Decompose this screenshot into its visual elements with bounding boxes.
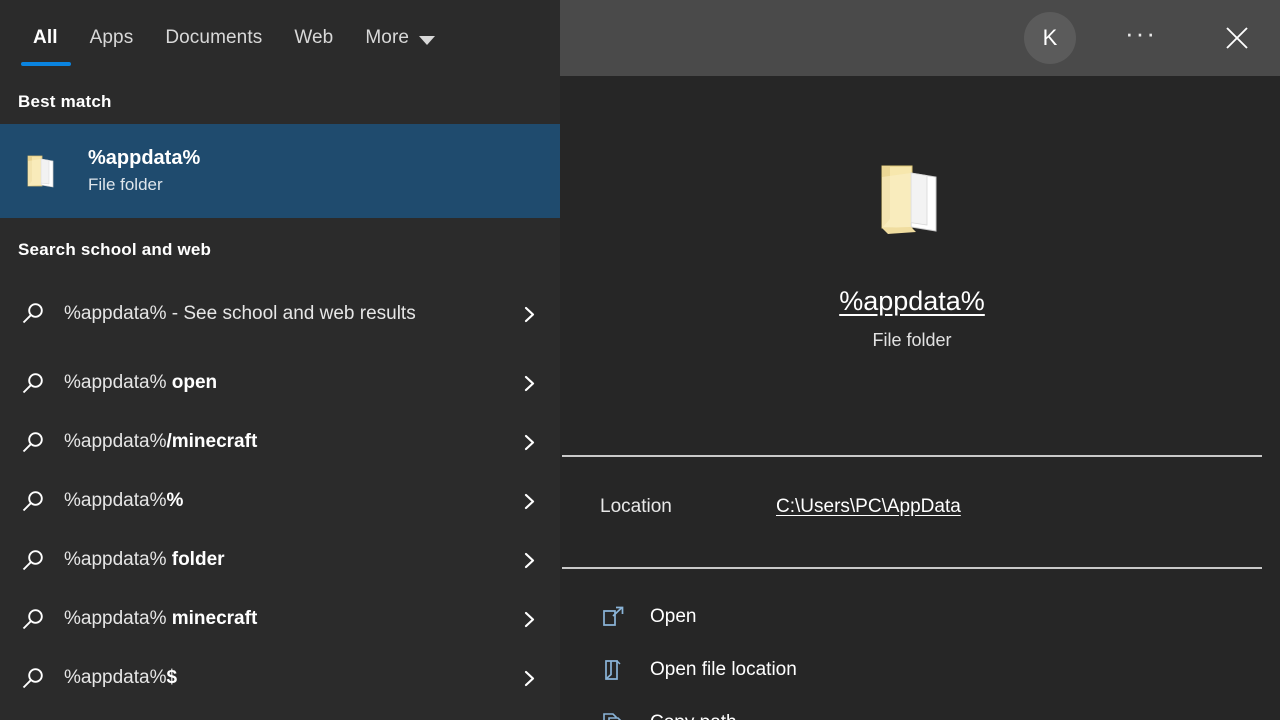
open-folder-icon bbox=[598, 658, 628, 682]
tab-all[interactable]: All bbox=[18, 0, 74, 76]
search-tabs: All Apps Documents Web More bbox=[0, 0, 560, 76]
chevron-right-icon[interactable] bbox=[516, 552, 542, 569]
avatar-initial: K bbox=[1042, 25, 1058, 50]
location-value[interactable]: C:\Users\PC\AppData bbox=[776, 496, 961, 518]
web-result-suffix: % bbox=[166, 490, 184, 512]
web-result-suffix: folder bbox=[166, 549, 225, 571]
tab-apps[interactable]: Apps bbox=[74, 0, 150, 76]
divider-top bbox=[562, 455, 1262, 457]
web-search-heading: Search school and web bbox=[18, 240, 212, 259]
search-icon bbox=[16, 371, 50, 397]
search-icon bbox=[16, 666, 50, 692]
web-result-query: %appdata% bbox=[64, 608, 167, 630]
preview-card: %appdata% File folder Location C:\Users\… bbox=[562, 90, 1262, 720]
web-result-item[interactable]: %appdata% - See school and web results bbox=[0, 274, 560, 354]
divider-bottom bbox=[562, 567, 1262, 569]
web-result-query: %appdata% bbox=[64, 302, 167, 324]
search-header: All Apps Documents Web More K ··· bbox=[0, 0, 1280, 76]
tab-more[interactable]: More bbox=[349, 0, 451, 76]
web-result-label: %appdata% - See school and web results bbox=[64, 301, 516, 328]
search-icon bbox=[16, 301, 50, 327]
tab-apps-label: Apps bbox=[89, 27, 134, 48]
preview-subtitle: File folder bbox=[872, 330, 952, 350]
search-icon bbox=[16, 489, 50, 515]
search-body: Best match %appdata% File folder Search … bbox=[0, 76, 1280, 720]
avatar[interactable]: K bbox=[1024, 12, 1076, 64]
open-external-icon bbox=[598, 605, 628, 629]
web-result-label: %appdata%$ bbox=[64, 665, 516, 692]
web-result-label: %appdata% open bbox=[64, 370, 516, 397]
best-match-texts: %appdata% File folder bbox=[88, 147, 200, 195]
preview-hero: %appdata% File folder bbox=[562, 90, 1262, 351]
tab-documents-label: Documents bbox=[165, 27, 263, 48]
preview-pane: %appdata% File folder Location C:\Users\… bbox=[560, 76, 1280, 720]
close-icon[interactable] bbox=[1214, 15, 1260, 61]
web-result-item[interactable]: %appdata%$ bbox=[0, 649, 560, 708]
web-result-item[interactable]: %appdata%/minecraft bbox=[0, 413, 560, 472]
chevron-down-icon bbox=[419, 35, 436, 45]
best-match-item[interactable]: %appdata% File folder bbox=[0, 124, 560, 218]
web-result-item[interactable]: %appdata% folder bbox=[0, 531, 560, 590]
web-result-query: %appdata% bbox=[64, 431, 167, 453]
search-icon bbox=[16, 430, 50, 456]
web-result-item[interactable]: %appdata% minecraft bbox=[0, 590, 560, 649]
web-result-label: %appdata%/minecraft bbox=[64, 429, 516, 456]
tab-all-label: All bbox=[33, 27, 58, 48]
preview-title[interactable]: %appdata% bbox=[839, 286, 985, 317]
action-open-file-location-label: Open file location bbox=[650, 658, 797, 680]
web-result-query: %appdata% bbox=[64, 372, 167, 394]
copy-icon bbox=[598, 711, 628, 720]
location-row: Location C:\Users\PC\AppData bbox=[562, 496, 1262, 518]
chevron-right-icon[interactable] bbox=[516, 611, 542, 628]
chevron-right-icon[interactable] bbox=[516, 434, 542, 451]
chevron-right-icon[interactable] bbox=[516, 493, 542, 510]
tab-web-label: Web bbox=[294, 27, 334, 48]
best-match-heading: Best match bbox=[18, 92, 112, 111]
more-options-icon[interactable]: ··· bbox=[1118, 15, 1164, 61]
windows-search-flyout: All Apps Documents Web More K ··· Best m… bbox=[0, 0, 1280, 720]
web-result-label: %appdata% folder bbox=[64, 547, 516, 574]
results-pane: Best match %appdata% File folder Search … bbox=[0, 76, 560, 720]
folder-open-icon bbox=[866, 152, 958, 244]
action-open-label: Open bbox=[650, 605, 697, 627]
action-copy-path[interactable]: Copy path bbox=[562, 696, 1262, 720]
web-result-query: %appdata% bbox=[64, 667, 167, 689]
web-results-list: %appdata% - See school and web results %a… bbox=[0, 274, 560, 708]
web-result-item[interactable]: %appdata% open bbox=[0, 354, 560, 413]
action-open-file-location[interactable]: Open file location bbox=[562, 643, 1262, 696]
web-result-query: %appdata% bbox=[64, 490, 167, 512]
web-result-label: %appdata% minecraft bbox=[64, 606, 516, 633]
web-result-query: %appdata% bbox=[64, 549, 167, 571]
web-result-suffix: - See school and web results bbox=[166, 302, 416, 324]
web-result-label: %appdata%% bbox=[64, 488, 516, 515]
best-match-title: %appdata% bbox=[88, 147, 201, 169]
tab-more-label: More bbox=[365, 27, 410, 48]
search-icon bbox=[16, 548, 50, 574]
action-list: Open Open file location bbox=[562, 590, 1262, 720]
web-result-suffix: open bbox=[166, 372, 218, 394]
web-result-suffix: minecraft bbox=[166, 608, 258, 630]
web-result-item[interactable]: %appdata%% bbox=[0, 472, 560, 531]
action-copy-path-label: Copy path bbox=[650, 712, 737, 720]
header-controls: K ··· bbox=[560, 0, 1280, 76]
chevron-right-icon[interactable] bbox=[516, 375, 542, 392]
location-label: Location bbox=[600, 496, 672, 517]
web-result-suffix: $ bbox=[166, 667, 178, 689]
folder-open-icon bbox=[18, 147, 66, 195]
web-result-suffix: /minecraft bbox=[166, 431, 258, 453]
tab-documents[interactable]: Documents bbox=[149, 0, 278, 76]
best-match-subtitle: File folder bbox=[88, 175, 163, 194]
action-open[interactable]: Open bbox=[562, 590, 1262, 643]
chevron-right-icon[interactable] bbox=[516, 670, 542, 687]
chevron-right-icon[interactable] bbox=[516, 306, 542, 323]
tab-web[interactable]: Web bbox=[278, 0, 349, 76]
search-icon bbox=[16, 607, 50, 633]
